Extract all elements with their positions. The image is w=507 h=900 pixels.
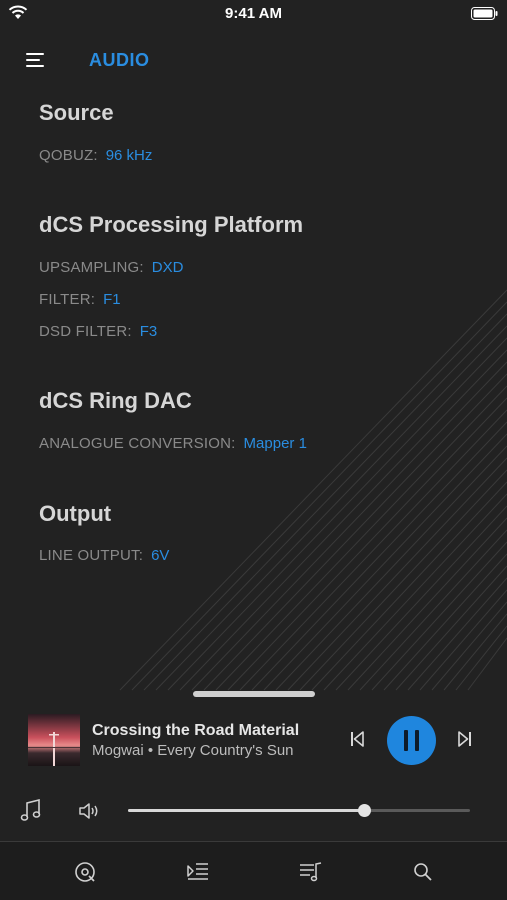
source-value: 96 kHz — [105, 147, 153, 164]
section-title-output: Output — [39, 501, 112, 526]
page-title: AUDIO — [89, 50, 150, 70]
upsampling-value: DXD — [151, 259, 184, 276]
section-title-source: Source — [39, 100, 114, 125]
source-row: QOBUZ: 96 kHz — [39, 147, 152, 164]
hamburger-menu-icon[interactable] — [26, 52, 46, 68]
sheet-drag-handle[interactable] — [193, 691, 315, 697]
upsampling-row: UPSAMPLING: DXD — [39, 259, 183, 276]
line-output-row: LINE OUTPUT: 6V — [39, 547, 169, 564]
source-label: QOBUZ: — [39, 147, 98, 164]
filter-row: FILTER: F1 — [39, 291, 121, 308]
header: AUDIO — [0, 40, 507, 80]
status-bar: 9:41 AM — [0, 0, 507, 28]
speaker-icon[interactable] — [78, 801, 100, 821]
pause-icon — [404, 730, 419, 751]
dsd-filter-label: DSD FILTER: — [39, 323, 132, 340]
vinyl-icon[interactable] — [71, 858, 99, 886]
volume-slider-thumb[interactable] — [357, 804, 371, 817]
volume-slider-fill — [128, 809, 364, 812]
filter-value: F1 — [103, 291, 121, 308]
library-icon[interactable] — [297, 858, 325, 886]
now-playing-bar[interactable]: Crossing the Road Material Mogwai • Ever… — [0, 708, 507, 778]
volume-row — [0, 795, 507, 827]
music-note-icon[interactable] — [20, 799, 42, 823]
line-output-label: LINE OUTPUT: — [39, 547, 144, 564]
previous-track-icon[interactable] — [348, 730, 366, 748]
volume-slider[interactable] — [128, 804, 470, 817]
section-title-processing: dCS Processing Platform — [39, 212, 304, 237]
filter-label: FILTER: — [39, 291, 96, 308]
status-time: 9:41 AM — [225, 5, 282, 22]
battery-icon — [471, 7, 498, 20]
queue-icon[interactable] — [184, 858, 212, 886]
dsd-filter-value: F3 — [139, 323, 158, 340]
search-icon[interactable] — [409, 858, 437, 886]
album-art[interactable] — [28, 714, 80, 766]
line-output-value: 6V — [151, 547, 170, 564]
analogue-conversion-row: ANALOGUE CONVERSION: Mapper 1 — [39, 435, 307, 452]
tab-bar — [0, 841, 507, 900]
dsd-filter-row: DSD FILTER: F3 — [39, 323, 157, 340]
pause-button[interactable] — [387, 716, 436, 765]
analogue-conversion-value: Mapper 1 — [243, 435, 307, 452]
next-track-icon[interactable] — [456, 730, 474, 748]
upsampling-label: UPSAMPLING: — [39, 259, 144, 276]
track-artist-album: Mogwai • Every Country's Sun — [92, 742, 294, 759]
track-title: Crossing the Road Material — [92, 722, 300, 739]
analogue-conversion-label: ANALOGUE CONVERSION: — [39, 435, 236, 452]
section-title-dac: dCS Ring DAC — [39, 388, 192, 413]
